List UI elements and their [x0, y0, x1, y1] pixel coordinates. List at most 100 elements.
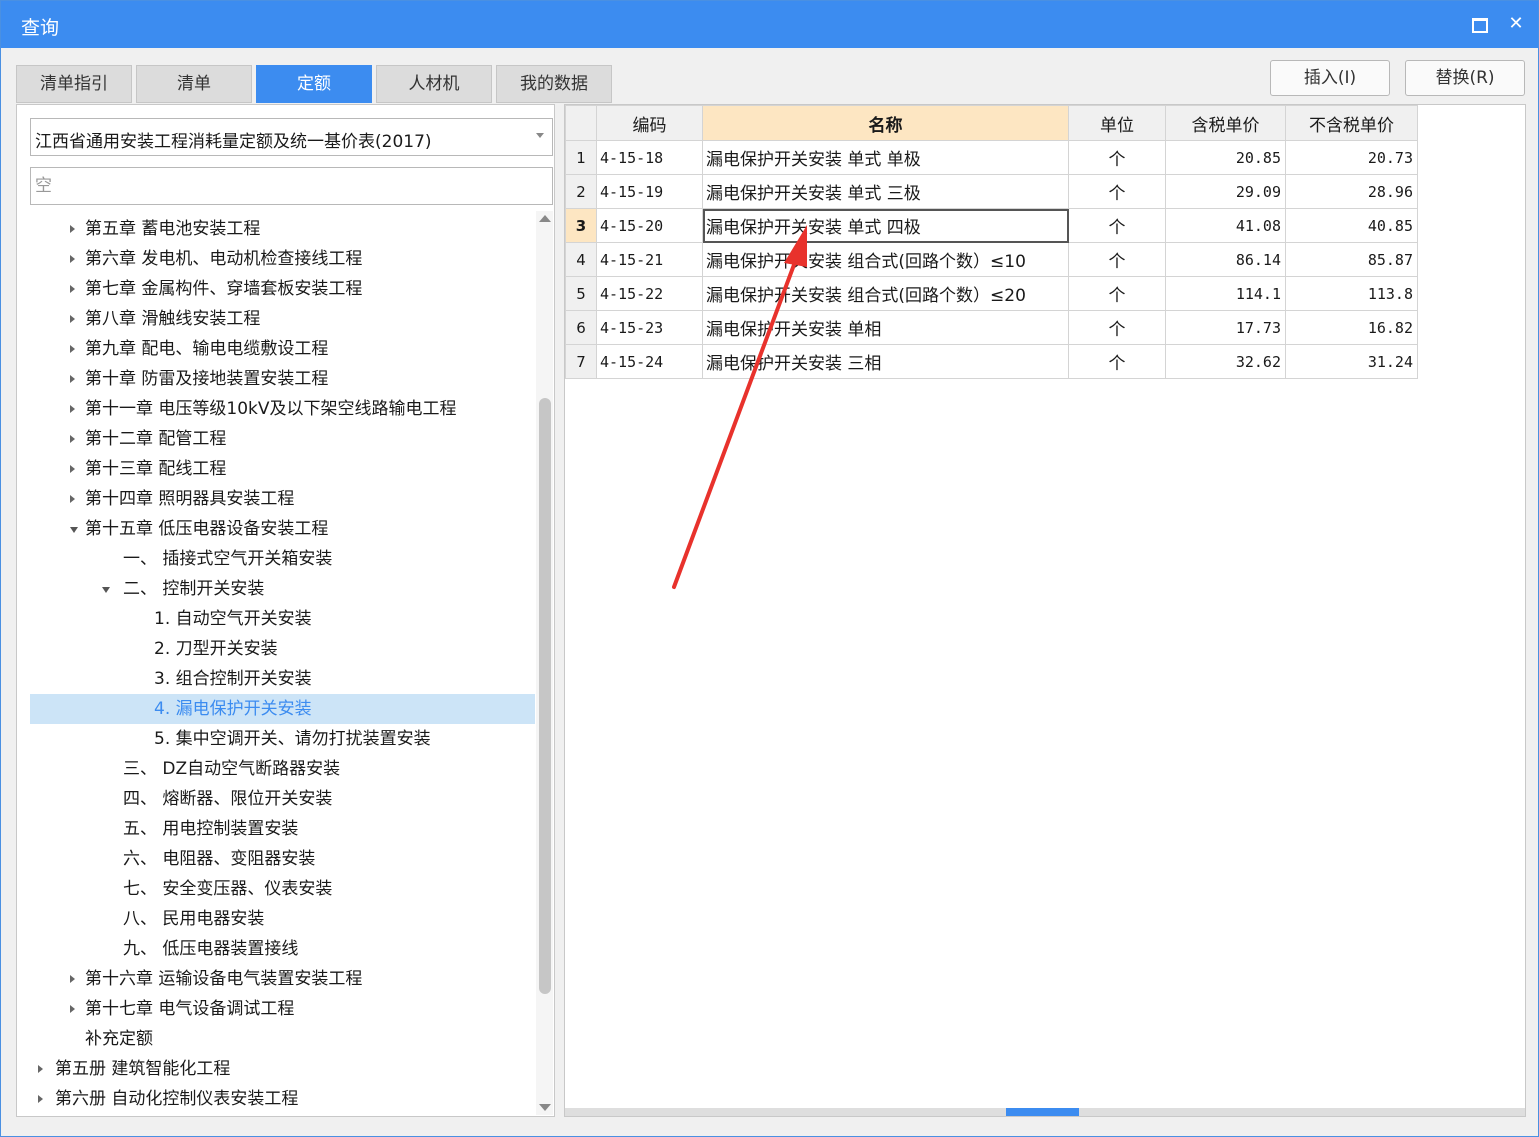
cell-unit[interactable]: 个	[1068, 344, 1166, 379]
cell-notax-price[interactable]: 31.24	[1285, 344, 1418, 379]
cell-name[interactable]: 漏电保护开关安装 单式 三极	[702, 174, 1069, 209]
row-index[interactable]: 3	[565, 208, 597, 243]
tab-my-data[interactable]: 我的数据	[496, 65, 612, 103]
row-index[interactable]: 1	[565, 140, 597, 175]
cell-tax-price[interactable]: 41.08	[1165, 208, 1286, 243]
tree-item[interactable]: 三、 DZ自动空气断路器安装	[30, 754, 535, 784]
collapsed-arrow-icon[interactable]	[70, 495, 75, 503]
tree-item[interactable]: 第十五章 低压电器设备安装工程	[30, 514, 535, 544]
cell-name[interactable]: 漏电保护开关安装 三相	[702, 344, 1069, 379]
cell-code[interactable]: 4-15-24	[596, 344, 703, 379]
cell-name[interactable]: 漏电保护开关安装 单式 四极	[702, 208, 1069, 243]
insert-button[interactable]: 插入(I)	[1270, 60, 1390, 96]
table-row[interactable]: 2 4-15-19 漏电保护开关安装 单式 三极个 29.09 28.96	[565, 174, 1418, 209]
tree-item[interactable]: 3. 组合控制开关安装	[30, 664, 535, 694]
tree-item[interactable]: 第七章 金属构件、穿墙套板安装工程	[30, 274, 535, 304]
table-row[interactable]: 1 4-15-18 漏电保护开关安装 单式 单极个 20.85 20.73	[565, 140, 1418, 175]
tree-item[interactable]: 第十一章 电压等级10kV及以下架空线路输电工程	[30, 394, 535, 424]
cell-notax-price[interactable]: 28.96	[1285, 174, 1418, 209]
tree-item[interactable]: 第九章 配电、输电电缆敷设工程	[30, 334, 535, 364]
collapsed-arrow-icon[interactable]	[70, 225, 75, 233]
cell-code[interactable]: 4-15-21	[596, 242, 703, 277]
tree-scrollbar[interactable]	[536, 211, 553, 1115]
table-row[interactable]: 5 4-15-22 漏电保护开关安装 组合式(回路个数）≤20 个 114.1 113.8	[565, 276, 1418, 311]
cell-notax-price[interactable]: 40.85	[1285, 208, 1418, 243]
cell-unit[interactable]: 个	[1068, 208, 1166, 243]
cell-notax-price[interactable]: 16.82	[1285, 310, 1418, 345]
tree-item[interactable]: 2. 刀型开关安装	[30, 634, 535, 664]
cell-tax-price[interactable]: 114.1	[1165, 276, 1286, 311]
tree-item[interactable]: 七、 安全变压器、仪表安装	[30, 874, 535, 904]
cell-unit[interactable]: 个	[1068, 174, 1166, 209]
tree-item[interactable]: 二、 控制开关安装	[30, 574, 535, 604]
collapsed-arrow-icon[interactable]	[70, 315, 75, 323]
tree-item[interactable]: 六、 电阻器、变阻器安装	[30, 844, 535, 874]
collapsed-arrow-icon[interactable]	[38, 1065, 43, 1073]
cell-code[interactable]: 4-15-22	[596, 276, 703, 311]
cell-name[interactable]: 漏电保护开关安装 单式 单极	[702, 140, 1069, 175]
tree-item[interactable]: 补充定额	[30, 1024, 535, 1054]
tree-item[interactable]: 4. 漏电保护开关安装	[30, 694, 535, 724]
cell-unit[interactable]: 个	[1068, 242, 1166, 277]
cell-name[interactable]: 漏电保护开关安装 单相	[702, 310, 1069, 345]
tree-item[interactable]: 第五册 建筑智能化工程	[30, 1054, 535, 1084]
tree-item[interactable]: 一、 插接式空气开关箱安装	[30, 544, 535, 574]
row-index[interactable]: 7	[565, 344, 597, 379]
table-row[interactable]: 7 4-15-24 漏电保护开关安装 三相个 32.62 31.24	[565, 344, 1418, 379]
row-index[interactable]: 6	[565, 310, 597, 345]
collapsed-arrow-icon[interactable]	[70, 1005, 75, 1013]
horizontal-scrollbar[interactable]	[565, 1108, 1525, 1116]
tree-item[interactable]: 第十七章 电气设备调试工程	[30, 994, 535, 1024]
col-header-code[interactable]: 编码	[596, 105, 703, 141]
expanded-arrow-icon[interactable]	[102, 587, 110, 593]
scroll-thumb[interactable]	[539, 398, 551, 994]
cell-tax-price[interactable]: 32.62	[1165, 344, 1286, 379]
tree-item[interactable]: 第六册 自动化控制仪表安装工程	[30, 1084, 535, 1114]
tree-item[interactable]: 九、 低压电器装置接线	[30, 934, 535, 964]
scroll-up-icon[interactable]	[539, 215, 551, 222]
replace-button[interactable]: 替换(R)	[1405, 60, 1525, 96]
cell-tax-price[interactable]: 86.14	[1165, 242, 1286, 277]
row-index[interactable]: 5	[565, 276, 597, 311]
tree-item[interactable]: 第八章 滑触线安装工程	[30, 304, 535, 334]
scroll-grip[interactable]	[1006, 1108, 1079, 1116]
collapsed-arrow-icon[interactable]	[70, 285, 75, 293]
cell-unit[interactable]: 个	[1068, 310, 1166, 345]
close-icon[interactable]: ✕	[1504, 12, 1528, 36]
cell-code[interactable]: 4-15-18	[596, 140, 703, 175]
tree-item[interactable]: 五、 用电控制装置安装	[30, 814, 535, 844]
collapsed-arrow-icon[interactable]	[70, 405, 75, 413]
collapsed-arrow-icon[interactable]	[70, 435, 75, 443]
collapsed-arrow-icon[interactable]	[70, 345, 75, 353]
library-select[interactable]: 江西省通用安装工程消耗量定额及统一基价表(2017)	[30, 118, 553, 156]
tab-bill[interactable]: 清单	[136, 65, 252, 103]
col-header-unit[interactable]: 单位	[1068, 105, 1166, 141]
cell-code[interactable]: 4-15-20	[596, 208, 703, 243]
collapsed-arrow-icon[interactable]	[70, 255, 75, 263]
maximize-icon[interactable]	[1467, 12, 1491, 36]
cell-notax-price[interactable]: 85.87	[1285, 242, 1418, 277]
col-header-name[interactable]: 名称	[702, 105, 1069, 141]
tree-item[interactable]: 1. 自动空气开关安装	[30, 604, 535, 634]
table-row[interactable]: 6 4-15-23 漏电保护开关安装 单相个 17.73 16.82	[565, 310, 1418, 345]
tab-labor-material-machine[interactable]: 人材机	[376, 65, 492, 103]
collapsed-arrow-icon[interactable]	[38, 1095, 43, 1103]
cell-unit[interactable]: 个	[1068, 140, 1166, 175]
cell-name[interactable]: 漏电保护开关安装 组合式(回路个数）≤10	[702, 242, 1069, 277]
cell-name[interactable]: 漏电保护开关安装 组合式(回路个数）≤20	[702, 276, 1069, 311]
cell-notax-price[interactable]: 113.8	[1285, 276, 1418, 311]
search-input[interactable]	[30, 167, 553, 205]
scroll-down-icon[interactable]	[539, 1104, 551, 1111]
tree-item[interactable]: 八、 民用电器安装	[30, 904, 535, 934]
cell-tax-price[interactable]: 20.85	[1165, 140, 1286, 175]
row-index[interactable]: 2	[565, 174, 597, 209]
col-header-notax-price[interactable]: 不含税单价	[1285, 105, 1418, 141]
cell-tax-price[interactable]: 17.73	[1165, 310, 1286, 345]
collapsed-arrow-icon[interactable]	[70, 975, 75, 983]
collapsed-arrow-icon[interactable]	[70, 465, 75, 473]
row-index[interactable]: 4	[565, 242, 597, 277]
table-row[interactable]: 3 4-15-20 漏电保护开关安装 单式 四极个 41.08 40.85	[565, 208, 1418, 243]
cell-tax-price[interactable]: 29.09	[1165, 174, 1286, 209]
tab-quota[interactable]: 定额	[256, 65, 372, 103]
cell-code[interactable]: 4-15-19	[596, 174, 703, 209]
